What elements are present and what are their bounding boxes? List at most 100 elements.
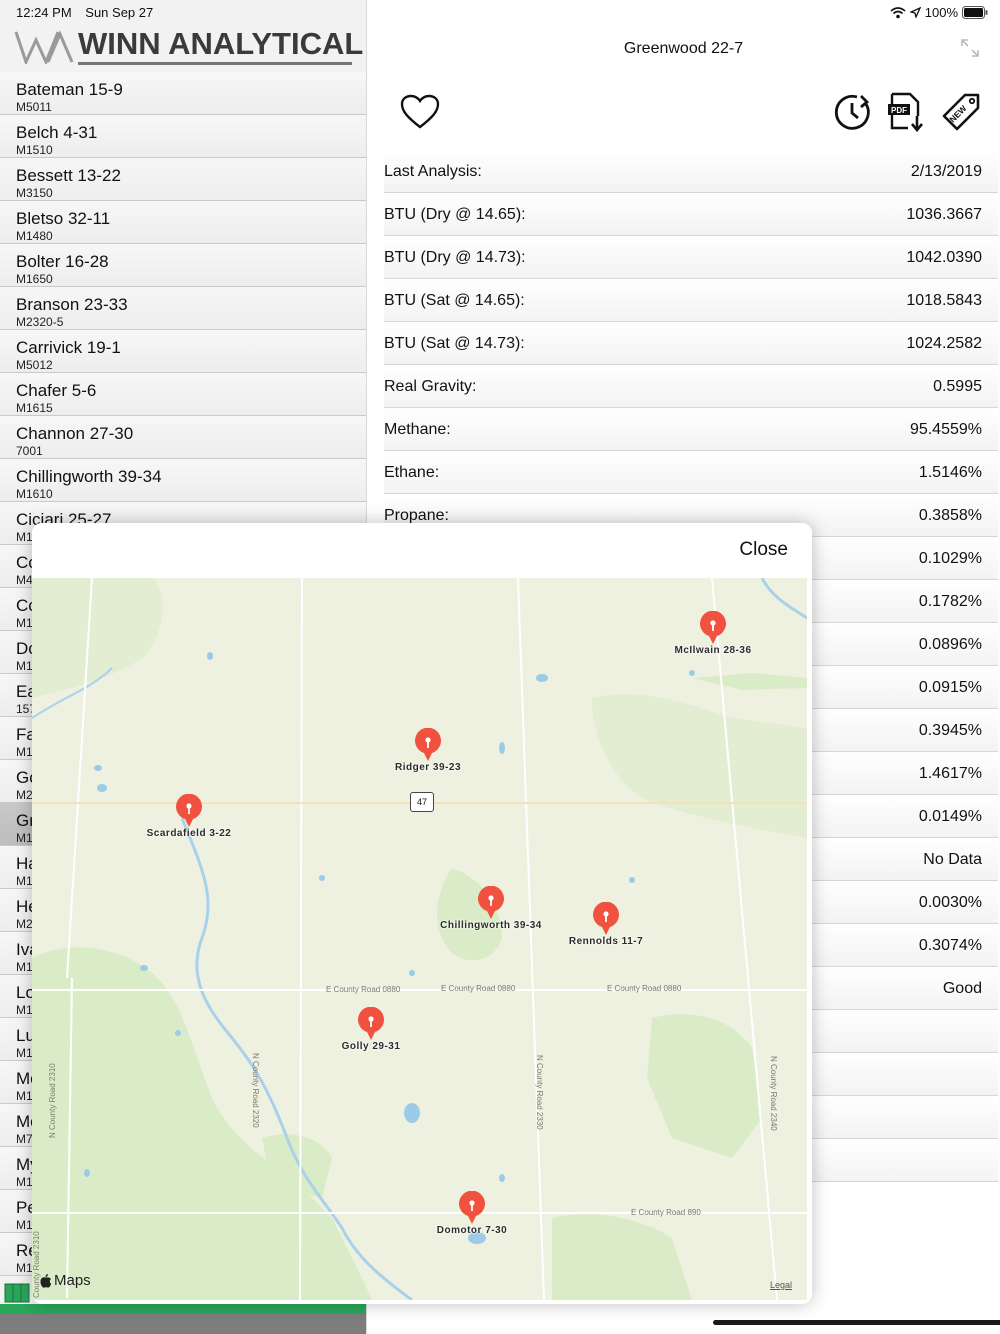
well-name: Bessett 13-22 [16,166,121,185]
well-list-item[interactable]: Bletso 32-11 M1480 [0,201,366,244]
analysis-value: 0.0149% [918,808,982,825]
map-pin-icon[interactable] [699,611,727,645]
map-pin-label[interactable]: Scardafield 3-22 [147,828,232,839]
map-pin-label[interactable]: Golly 29-31 [342,1041,401,1052]
well-code: M1 [16,530,33,544]
history-icon[interactable] [833,92,873,132]
well-code: M1 [16,960,33,974]
well-list-item[interactable]: Chafer 5-6 M1615 [0,373,366,416]
well-code: M1 [16,1218,33,1232]
well-code: M1 [16,616,33,630]
map-pin-icon[interactable] [477,886,505,920]
analysis-value: No Data [923,851,982,868]
analysis-value: 0.3945% [918,722,982,739]
analysis-row: Ethane: 1.5146% [384,451,998,494]
status-time: 12:24 PM [16,5,72,20]
map-pin-label[interactable]: Ridger 39-23 [395,762,461,773]
analysis-value: 0.5995 [933,378,982,395]
analysis-row: BTU (Dry @ 14.73): 1042.0390 [384,236,998,279]
well-list-item[interactable]: Chillingworth 39-34 M1610 [0,459,366,502]
map-pin-label[interactable]: Domotor 7-30 [437,1225,507,1236]
map-pin-label[interactable]: McIlwain 28-36 [674,645,751,656]
well-list-item[interactable]: Bessett 13-22 M3150 [0,158,366,201]
well-code: M1 [16,831,33,845]
logo-underline [78,62,352,65]
maps-label: Maps [54,1272,91,1289]
well-name: Channon 27-30 [16,424,134,443]
well-name: Chafer 5-6 [16,381,97,400]
modal-header: Close [32,523,812,578]
expand-icon[interactable] [960,38,980,58]
sidebar-footer [0,1314,366,1334]
road-label: E County Road 0880 [326,985,401,994]
well-code: M2320-5 [16,315,64,329]
analysis-value: 0.3074% [918,937,982,954]
heart-icon[interactable] [400,94,440,130]
analysis-row: BTU (Dry @ 14.65): 1036.3667 [384,193,998,236]
analysis-row: Methane: 95.4559% [384,408,998,451]
well-code: M1 [16,1261,33,1275]
well-name: Bletso 32-11 [16,209,111,228]
map-pin-label[interactable]: Chillingworth 39-34 [440,920,542,931]
well-code: M1610 [16,487,53,501]
well-list-item[interactable]: Carrivick 19-1 M5012 [0,330,366,373]
analysis-label: Methane: [384,421,451,438]
well-code: M3150 [16,186,53,200]
well-name: Branson 23-33 [16,295,128,314]
well-name: Bateman 15-9 [16,80,123,99]
analysis-label: BTU (Sat @ 14.73): [384,335,525,352]
pdf-download-icon[interactable]: PDF [886,92,926,132]
analysis-value: 0.1029% [918,550,982,567]
analysis-row: Real Gravity: 0.5995 [384,365,998,408]
home-indicator[interactable] [713,1320,1000,1325]
analysis-label: Real Gravity: [384,378,477,395]
well-list-item[interactable]: Belch 4-31 M1510 [0,115,366,158]
analysis-value: 0.3858% [918,507,982,524]
analysis-value: 0.0030% [918,894,982,911]
map-book-icon[interactable] [4,1282,30,1304]
legal-link[interactable]: Legal [770,1280,792,1290]
analysis-value: 2/13/2019 [910,163,982,180]
well-code: M1 [16,1046,33,1060]
well-code: M1 [16,1089,33,1103]
well-list-item[interactable]: Bateman 15-9 M5011 [0,72,366,115]
analysis-label: Ethane: [384,464,440,481]
status-date: Sun Sep 27 [85,5,154,20]
well-list-item[interactable]: Branson 23-33 M2320-5 [0,287,366,330]
map-pin-icon[interactable] [414,728,442,762]
analysis-row: BTU (Sat @ 14.65): 1018.5843 [384,279,998,322]
well-code: M5011 [16,100,52,114]
maps-attribution: Maps [40,1272,91,1289]
map-pin-icon[interactable] [458,1191,486,1225]
well-code: M2 [16,917,33,931]
well-code: M1 [16,659,33,673]
analysis-label: BTU (Dry @ 14.73): [384,249,526,266]
map-view[interactable]: 47 E County Road 0880 E County Road 0880… [32,578,807,1300]
well-code: 7001 [16,444,43,458]
analysis-value: Good [942,980,982,997]
map-pin-icon[interactable] [175,794,203,828]
analysis-row: BTU (Sat @ 14.73): 1024.2582 [384,322,998,365]
well-list-item[interactable]: Bolter 16-28 M1650 [0,244,366,287]
close-button[interactable]: Close [739,539,788,561]
new-tag-icon[interactable]: NEW [941,92,981,132]
map-pin-icon[interactable] [592,902,620,936]
brand-logo: WINN ANALYTICAL [14,26,363,66]
well-code: M1650 [16,272,53,286]
well-name: Chillingworth 39-34 [16,467,162,486]
sidebar-toolbar-accent [0,1304,366,1314]
map-canvas[interactable] [32,578,807,1300]
well-name: Bolter 16-28 [16,252,109,271]
battery-icon [962,6,988,19]
well-name: Carrivick 19-1 [16,338,121,357]
well-code: M1 [16,745,33,759]
well-code: M1 [16,1003,33,1017]
analysis-label: BTU (Sat @ 14.65): [384,292,525,309]
road-label: E County Road 0880 [607,984,682,993]
well-list-item[interactable]: Channon 27-30 7001 [0,416,366,459]
analysis-row: Last Analysis: 2/13/2019 [384,150,998,193]
brand-name: WINN ANALYTICAL [78,26,364,61]
well-code: M1 [16,874,33,888]
map-pin-label[interactable]: Rennolds 11-7 [569,936,643,947]
map-pin-icon[interactable] [357,1007,385,1041]
